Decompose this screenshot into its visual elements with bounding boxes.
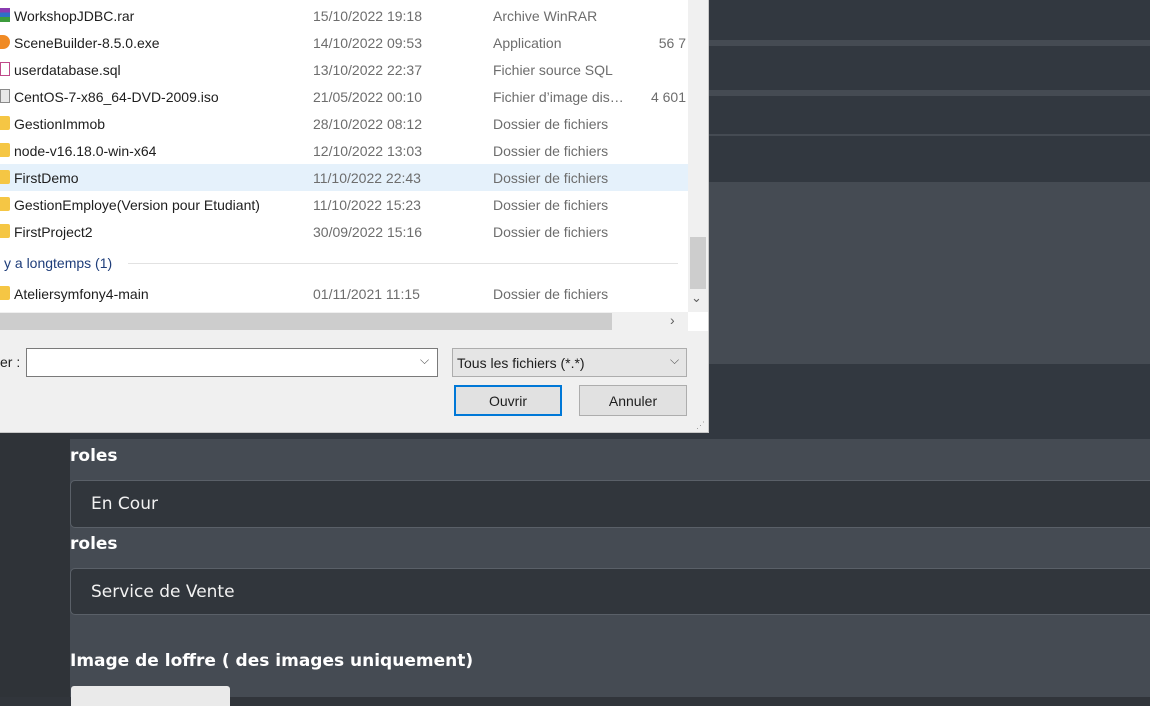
roles-label: roles	[70, 534, 118, 554]
file-row[interactable]: Ateliersymfony4-main 01/11/2021 11:15 Doss…	[0, 280, 688, 307]
disk-image-icon	[0, 89, 10, 103]
file-name: GestionEmploye(Version pour Etudiant)	[14, 197, 260, 213]
file-row[interactable]: WorkshopJDBC.rar 15/10/2022 19:18 Archive …	[0, 2, 688, 29]
cancel-button[interactable]: Annuler	[579, 385, 687, 416]
file-row[interactable]: SceneBuilder-8.5.0.exe 14/10/2022 09:53 Ap…	[0, 29, 688, 56]
file-type: Dossier de fichiers	[493, 197, 609, 213]
file-date: 11/10/2022 22:43	[313, 170, 421, 186]
file-date: 14/10/2022 09:53	[313, 35, 422, 51]
winrar-archive-icon	[0, 8, 10, 22]
file-type: Dossier de fichiers	[493, 170, 609, 186]
file-name: CentOS-7-x86_64-DVD-2009.iso	[14, 89, 219, 105]
open-button[interactable]: Ouvrir	[454, 385, 562, 416]
department-field[interactable]: Service de Vente	[70, 568, 1150, 615]
folder-icon	[0, 197, 10, 211]
file-name: SceneBuilder-8.5.0.exe	[14, 35, 160, 51]
file-list: y a longtemps (1) WorkshopJDBC.rar 15/10/…	[0, 0, 688, 312]
file-date: 30/09/2022 15:16	[313, 224, 422, 240]
scroll-down-arrow-icon[interactable]: ⌄	[691, 290, 702, 306]
chevron-down-icon[interactable]: ⌵	[420, 353, 429, 368]
file-row[interactable]: CentOS-7-x86_64-DVD-2009.iso 21/05/2022 0…	[0, 83, 688, 110]
file-type: Dossier de fichiers	[493, 286, 609, 302]
status-field[interactable]: En Cour	[70, 480, 1150, 528]
vertical-scrollbar[interactable]: ⌄	[688, 0, 708, 312]
file-type: Fichier d’image dis…	[493, 89, 624, 105]
file-row[interactable]: FirstProject2 30/09/2022 15:16 Dossier de …	[0, 218, 688, 245]
file-row[interactable]: GestionEmploye(Version pour Etudiant) 11/…	[0, 191, 688, 218]
file-name: GestionImmob	[14, 116, 106, 132]
scrollbar-corner	[688, 312, 708, 331]
image-upload-label: Image de loffre ( des images uniquement)	[70, 651, 474, 671]
resize-grip-icon[interactable]: ⋰	[696, 420, 705, 431]
file-date: 28/10/2022 08:12	[313, 116, 422, 132]
scroll-right-arrow-icon[interactable]: ›	[670, 312, 675, 328]
file-name: node-v16.18.0-win-x64	[14, 143, 157, 159]
file-size: 4 601	[650, 89, 686, 105]
file-type: Dossier de fichiers	[493, 116, 609, 132]
file-date: 11/10/2022 15:23	[313, 197, 421, 213]
file-name: userdatabase.sql	[14, 62, 121, 78]
horizontal-scroll-thumb[interactable]	[0, 313, 612, 330]
file-type: Fichier source SQL	[493, 62, 613, 78]
file-type: Archive WinRAR	[493, 8, 598, 24]
group-header-long-ago[interactable]: y a longtemps (1)	[4, 255, 112, 271]
choose-file-button[interactable]	[71, 686, 230, 706]
file-date: 21/05/2022 00:10	[313, 89, 422, 105]
horizontal-scrollbar[interactable]: ›	[0, 312, 688, 331]
file-name: FirstDemo	[14, 170, 79, 186]
application-icon	[0, 35, 10, 49]
file-type: Dossier de fichiers	[493, 224, 609, 240]
group-divider	[128, 263, 678, 264]
file-row[interactable]: userdatabase.sql 13/10/2022 22:37 Fichier …	[0, 56, 688, 83]
chevron-down-icon[interactable]: ⌵	[670, 353, 679, 368]
file-type: Dossier de fichiers	[493, 143, 609, 159]
file-date: 12/10/2022 13:03	[313, 143, 422, 159]
filename-input[interactable]	[26, 348, 438, 377]
file-name: WorkshopJDBC.rar	[14, 8, 135, 24]
file-row[interactable]: FirstDemo 11/10/2022 22:43 Dossier de fich…	[0, 164, 688, 191]
file-row[interactable]: GestionImmob 28/10/2022 08:12 Dossier de f…	[0, 110, 688, 137]
file-type: Application	[493, 35, 562, 51]
filename-label: er :	[0, 354, 21, 370]
folder-icon	[0, 116, 10, 130]
file-date: 15/10/2022 19:18	[313, 8, 422, 24]
folder-icon	[0, 286, 10, 300]
file-size: 56 7	[658, 35, 686, 51]
folder-icon	[0, 143, 10, 157]
sql-file-icon	[0, 62, 10, 76]
folder-icon	[0, 170, 10, 184]
file-name: FirstProject2	[14, 224, 93, 240]
vertical-scroll-thumb[interactable]	[690, 237, 706, 289]
file-name: Ateliersymfony4-main	[14, 286, 149, 302]
file-row[interactable]: node-v16.18.0-win-x64 12/10/2022 13:03 Dos…	[0, 137, 688, 164]
file-date: 13/10/2022 22:37	[313, 62, 422, 78]
file-date: 01/11/2021 11:15	[313, 286, 420, 302]
folder-icon	[0, 224, 10, 238]
roles-label: roles	[70, 446, 118, 466]
open-file-dialog: y a longtemps (1) WorkshopJDBC.rar 15/10/…	[0, 0, 709, 433]
filetype-select[interactable]: Tous les fichiers (*.*)	[452, 348, 687, 377]
